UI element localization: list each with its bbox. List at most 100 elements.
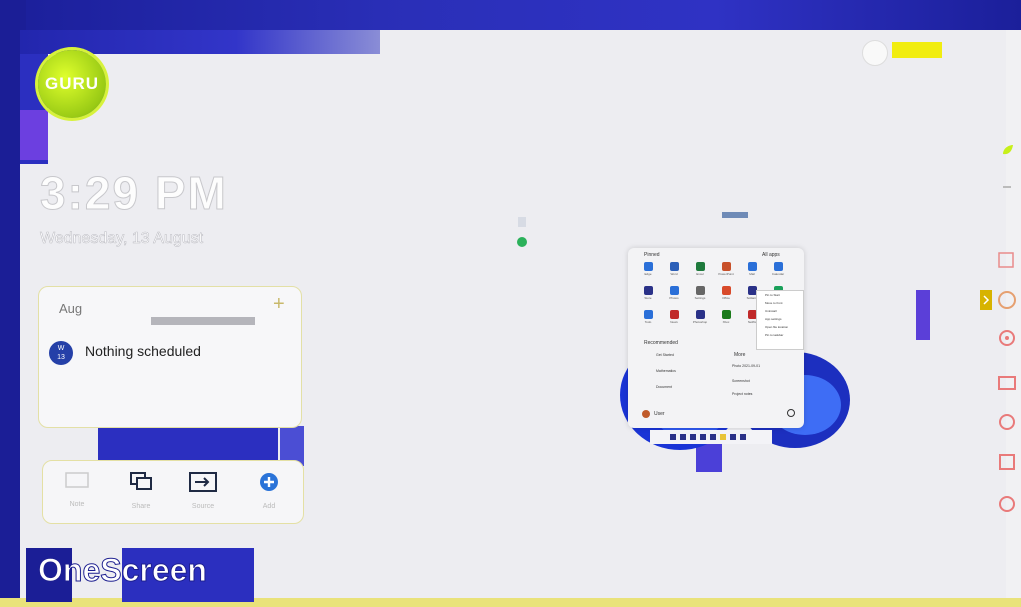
app-label: Excel	[696, 272, 704, 276]
search-icon[interactable]	[680, 434, 686, 440]
pinned-app[interactable]: Word	[666, 262, 682, 282]
app-label: News	[670, 320, 678, 324]
recommended-item[interactable]: Project notes	[732, 392, 788, 396]
task-view-icon[interactable]	[690, 434, 696, 440]
pinned-app[interactable]: Calendar	[770, 262, 786, 282]
recommended-item[interactable]: Photo 2021-09-01	[732, 364, 788, 368]
context-menu[interactable]: Pin to Start Move to front Uninstall App…	[756, 290, 804, 350]
app-label: Photoshop	[692, 320, 708, 324]
recommended-item[interactable]: Document	[656, 385, 712, 389]
day-badge-weekday: W	[57, 345, 65, 352]
glitch-block	[20, 110, 48, 160]
app-icon	[669, 262, 679, 271]
recommended-item[interactable]: Get Started	[656, 353, 712, 357]
app-label: Settings	[694, 296, 706, 300]
app-icon	[747, 262, 757, 271]
profile-button[interactable]	[862, 40, 888, 66]
share-label: Share	[131, 503, 151, 510]
leaf-icon[interactable]	[995, 138, 1019, 162]
app-icon	[721, 262, 731, 271]
source-label: Source	[191, 503, 215, 510]
note-button[interactable]: Note	[57, 471, 97, 515]
sidebar-toggle-icon[interactable]	[980, 290, 992, 310]
guru-logo: GURU	[38, 50, 106, 118]
window-handle[interactable]	[722, 212, 748, 218]
timer-icon[interactable]	[995, 410, 1019, 434]
input-source-icon	[183, 471, 223, 499]
context-item[interactable]: Pin to Start	[757, 291, 803, 299]
recommended-item[interactable]: Screenshot	[732, 379, 788, 383]
pinned-app[interactable]: Settings	[692, 286, 708, 306]
calendar-month: Aug	[59, 301, 83, 316]
app-icon	[721, 286, 731, 295]
app-icon	[643, 310, 653, 319]
menu-icon[interactable]	[995, 175, 1019, 199]
pinned-app[interactable]: Edge	[640, 262, 656, 282]
clock-date: Wednesday, 13 August	[40, 230, 204, 248]
bezel-top	[0, 0, 1021, 30]
app-label: PowerPoint	[718, 272, 734, 276]
pinned-app[interactable]: PowerPoint	[718, 262, 734, 282]
store-icon[interactable]	[740, 434, 746, 440]
lock-icon[interactable]	[995, 492, 1019, 516]
grid-icon[interactable]	[995, 450, 1019, 474]
edge-taskbar-icon[interactable]	[730, 434, 736, 440]
empty-schedule-text: Nothing scheduled	[85, 343, 201, 359]
context-item[interactable]: Move to front	[757, 299, 803, 307]
add-app-button[interactable]: Add	[249, 471, 289, 515]
recycle-bin-icon[interactable]	[516, 214, 528, 228]
pinned-app[interactable]: Store	[640, 286, 656, 306]
context-item[interactable]: Pin to taskbar	[757, 331, 803, 339]
translate-icon[interactable]	[995, 248, 1019, 272]
context-item[interactable]: App settings	[757, 315, 803, 323]
app-icon	[695, 286, 705, 295]
onescreen-brand: OneScreen	[38, 552, 208, 589]
glitch-block	[98, 425, 278, 463]
clock-icon[interactable]	[995, 288, 1019, 312]
calendar-widget[interactable]: Aug + W 13 Nothing scheduled	[38, 286, 302, 428]
pinned-title: Pinned	[644, 252, 660, 258]
pinned-app[interactable]: Excel	[692, 262, 708, 282]
pinned-app[interactable]: News	[666, 310, 682, 330]
status-pill[interactable]	[892, 42, 942, 58]
chat-icon[interactable]	[710, 434, 716, 440]
more-button[interactable]: More	[734, 352, 745, 358]
calendar-divider	[151, 317, 255, 325]
pinned-app[interactable]: Mail	[744, 262, 760, 282]
taskbar	[650, 430, 772, 444]
pinned-app[interactable]: Office	[718, 286, 734, 306]
source-button[interactable]: Source	[183, 471, 223, 515]
app-label: Mail	[749, 272, 755, 276]
pinned-app[interactable]: Photoshop	[692, 310, 708, 330]
edge-icon[interactable]	[516, 236, 528, 250]
all-apps-button[interactable]: All apps	[762, 252, 780, 258]
add-label: Add	[262, 503, 276, 510]
note-label: Note	[69, 501, 85, 508]
user-name[interactable]: User	[654, 411, 665, 417]
recommended-title: Recommended	[644, 340, 678, 346]
display-frame: GURU 3:29 PM Wednesday, 13 August Aug + …	[0, 0, 1021, 607]
app-icon	[721, 310, 731, 319]
app-icon	[773, 262, 783, 271]
pinned-app[interactable]: Photos	[666, 286, 682, 306]
logo-text: GURU	[44, 74, 100, 93]
screen-share-icon	[121, 471, 161, 499]
context-item[interactable]: Open file location	[757, 323, 803, 331]
gear-icon[interactable]	[995, 326, 1019, 350]
user-avatar[interactable]	[642, 410, 650, 418]
power-icon[interactable]	[786, 408, 796, 418]
share-button[interactable]: Share	[121, 471, 161, 515]
pinned-app[interactable]: Xbox	[718, 310, 734, 330]
context-item[interactable]: Uninstall	[757, 307, 803, 315]
clock-time: 3:29 PM	[40, 167, 228, 220]
app-label: Todo	[644, 320, 652, 324]
camera-icon[interactable]	[995, 370, 1019, 394]
widgets-icon[interactable]	[700, 434, 706, 440]
pinned-app[interactable]: Todo	[640, 310, 656, 330]
whiteboard-icon	[57, 471, 97, 497]
file-explorer-icon[interactable]	[720, 434, 726, 440]
start-button-icon[interactable]	[670, 434, 676, 440]
recommended-item[interactable]: Mathematics	[656, 369, 712, 373]
add-event-button[interactable]: +	[273, 293, 285, 316]
app-label: Edge	[644, 272, 652, 276]
